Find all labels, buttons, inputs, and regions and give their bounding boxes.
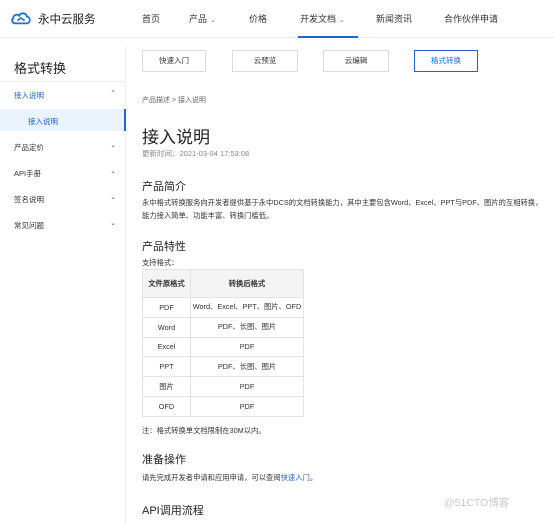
- sidebar-title: 格式转换: [14, 61, 67, 76]
- table-cell: Excel: [142, 336, 191, 358]
- table-row: 图片 PDF: [142, 376, 304, 397]
- table-cell: PDF: [190, 376, 304, 397]
- chevron-down-icon: ⌄: [210, 17, 216, 24]
- chevron-down-icon: ⌄: [110, 142, 116, 149]
- sidebar: 格式转换 接入说明 ⌃ 接入说明 产品定价 ⌄ API手册 ⌄ 签名说明 ⌄ 常…: [0, 46, 126, 523]
- sidebar-item-api-manual[interactable]: API手册 ⌄: [0, 161, 126, 183]
- tab-cloud-edit[interactable]: 云编辑: [323, 50, 389, 72]
- table-row: PDF Word、Excel、PPT、图片、OFD: [142, 297, 304, 318]
- prep-text: 请先完成开发者申请和应用申请，可以查阅快速入门。: [142, 473, 318, 482]
- breadcrumb: 产品描述 > 接入说明: [142, 97, 206, 104]
- tab-quick-start[interactable]: 快速入门: [142, 50, 206, 72]
- column-header: 文件原格式: [142, 269, 191, 298]
- column-header: 转换后格式: [190, 269, 304, 298]
- section-heading-prep: 准备操作: [142, 454, 186, 466]
- table-row: OFD PDF: [142, 395, 304, 417]
- brand-name: 永中云服务: [38, 14, 96, 26]
- table-row: Excel PDF: [142, 336, 304, 358]
- table-cell: PDF、长图、图片: [190, 316, 304, 338]
- watermark: @51CTO博客: [444, 497, 510, 509]
- table-cell: 图片: [142, 376, 191, 397]
- section-heading-features: 产品特性: [142, 241, 186, 253]
- cloud-logo-icon: [10, 9, 32, 29]
- tab-format-convert[interactable]: 格式转换: [414, 50, 478, 72]
- format-table: 文件原格式 转换后格式 PDF Word、Excel、PPT、图片、OFD Wo…: [142, 269, 304, 417]
- chevron-down-icon: ⌄: [110, 168, 116, 175]
- updated-time: 更新时间：2021-03-04 17:53:08: [142, 149, 250, 158]
- table-cell: PDF: [142, 297, 191, 318]
- nav-active-indicator: [298, 36, 358, 38]
- tab-cloud-preview[interactable]: 云预览: [232, 50, 298, 72]
- sidebar-item-access-guide[interactable]: 接入说明 ⌃: [0, 83, 126, 105]
- chevron-down-icon: ⌄: [110, 194, 116, 201]
- nav-dev-docs[interactable]: 开发文档 ⌄: [300, 12, 345, 25]
- section-heading-intro: 产品简介: [142, 181, 186, 193]
- quick-start-link[interactable]: 快速入门: [281, 473, 310, 482]
- section-heading-api-flow: API调用流程: [142, 505, 204, 517]
- brand-logo[interactable]: 永中云服务: [10, 9, 96, 29]
- intro-text: 永中格式转换服务向开发者提供基于永中DCS的文档转换能力，其中主要包含Word、…: [142, 198, 543, 220]
- nav-products[interactable]: 产品 ⌄: [189, 12, 216, 25]
- table-cell: OFD: [142, 395, 191, 417]
- table-header-row: 文件原格式 转换后格式: [142, 269, 304, 298]
- support-formats-label: 支持格式：: [142, 258, 179, 267]
- size-limit-note: 注：格式转换单文档限制在30M以内。: [142, 426, 266, 435]
- table-row: PPT PDF、长图、图片: [142, 356, 304, 378]
- page-title: 接入说明: [142, 128, 210, 147]
- table-cell: PPT: [142, 356, 191, 378]
- sidebar-item-pricing[interactable]: 产品定价 ⌄: [0, 135, 126, 157]
- divider: [0, 81, 126, 82]
- chevron-up-icon: ⌃: [110, 90, 116, 97]
- table-cell: PDF: [190, 395, 304, 417]
- nav-partner-apply[interactable]: 合作伙伴申请: [444, 12, 498, 25]
- sidebar-item-faq[interactable]: 常见问题 ⌄: [0, 213, 126, 235]
- selected-indicator: [124, 109, 126, 131]
- nav-home[interactable]: 首页: [142, 12, 160, 25]
- nav-pricing[interactable]: 价格: [249, 12, 267, 25]
- table-cell: Word、Excel、PPT、图片、OFD: [190, 297, 304, 318]
- table-cell: PDF、长图、图片: [190, 356, 304, 378]
- sidebar-subitem-access-guide[interactable]: 接入说明: [0, 109, 126, 131]
- table-cell: PDF: [190, 336, 304, 358]
- nav-news[interactable]: 新闻资讯: [376, 12, 412, 25]
- table-cell: Word: [142, 316, 191, 338]
- chevron-down-icon: ⌄: [339, 17, 345, 24]
- table-row: Word PDF、长图、图片: [142, 316, 304, 338]
- sidebar-item-signature[interactable]: 签名说明 ⌄: [0, 187, 126, 209]
- top-navbar: 永中云服务 首页 产品 ⌄ 价格 开发文档 ⌄ 新闻资讯 合作伙伴申请: [0, 0, 554, 38]
- chevron-down-icon: ⌄: [110, 220, 116, 227]
